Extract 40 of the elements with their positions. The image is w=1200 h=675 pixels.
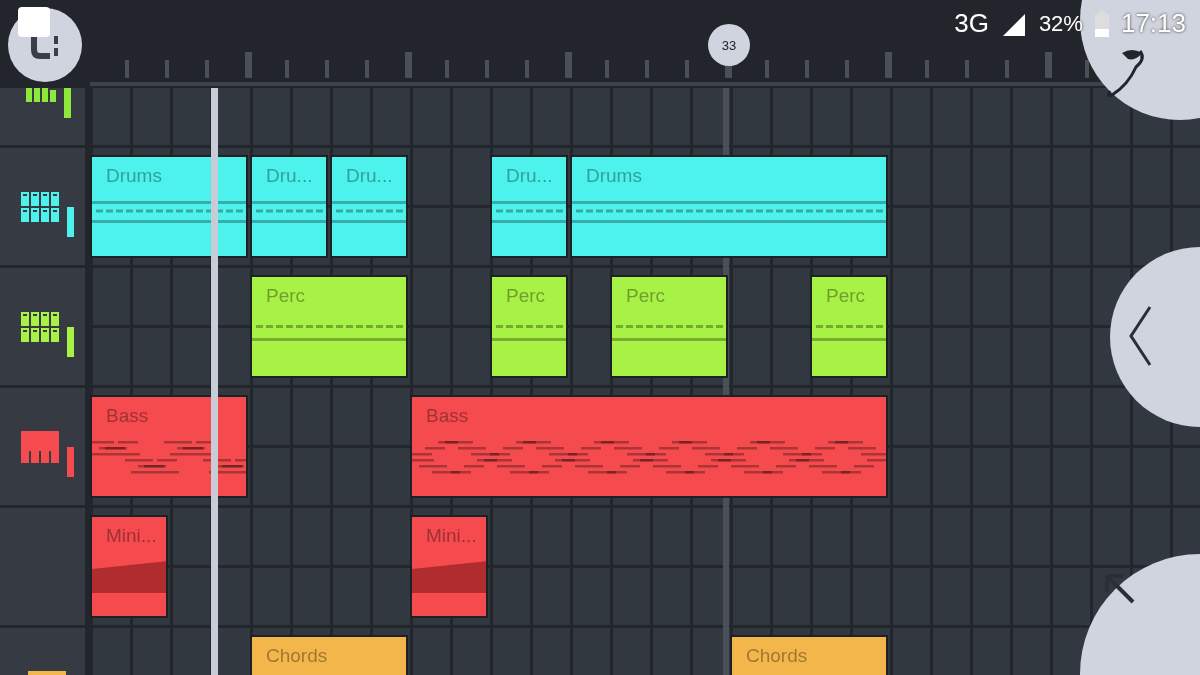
clip-label: Dru... — [505, 164, 554, 187]
pattern-clip[interactable]: Dru... — [250, 155, 328, 258]
piano-keys-icon — [21, 430, 61, 463]
pattern-clip[interactable]: Bass — [410, 395, 888, 498]
clip-label: Drums — [105, 164, 163, 187]
clip-label: Mini... — [425, 524, 478, 547]
clip-label: Perc — [825, 284, 867, 307]
bars-icon — [24, 88, 58, 102]
pattern-clip[interactable]: Perc — [610, 275, 728, 378]
pattern-clip[interactable]: Perc — [490, 275, 568, 378]
step-grid-icon — [21, 191, 61, 222]
pattern-clip[interactable]: Perc — [250, 275, 408, 378]
clip-label: Chords — [745, 644, 809, 667]
network-type: 3G — [954, 8, 989, 39]
pattern-clip[interactable]: Perc — [810, 275, 888, 378]
clip-label: Bass — [425, 404, 470, 427]
pattern-clip[interactable]: Bass — [90, 395, 248, 498]
step-grid-icon — [21, 311, 61, 342]
pattern-clip[interactable]: Mini... — [410, 515, 488, 618]
track-header[interactable] — [0, 88, 85, 148]
clip-label: Dru... — [345, 164, 394, 187]
clip-label: Chords — [265, 644, 329, 667]
pattern-clip[interactable]: Dru... — [330, 155, 408, 258]
clip-label: Drums — [585, 164, 643, 187]
clip-label: Dru... — [265, 164, 314, 187]
pattern-clip[interactable]: Drums — [90, 155, 248, 258]
pattern-clip[interactable]: Chords — [730, 635, 888, 675]
arrow-up-left-icon — [1103, 572, 1137, 606]
notification-icon — [18, 7, 50, 37]
clip-label: Perc — [265, 284, 307, 307]
clip-label: Perc — [505, 284, 547, 307]
clip-label: Perc — [625, 284, 667, 307]
clip-label: Bass — [105, 404, 150, 427]
bar-position-marker[interactable]: 33 — [708, 24, 750, 66]
pattern-clip[interactable]: Mini... — [90, 515, 168, 618]
pattern-clip[interactable]: Dru... — [490, 155, 568, 258]
clip-label: Mini... — [105, 524, 158, 547]
pattern-clip[interactable]: Chords — [250, 635, 408, 675]
pattern-clip[interactable]: Drums — [570, 155, 888, 258]
clock-time: 17:13 — [1120, 8, 1186, 39]
